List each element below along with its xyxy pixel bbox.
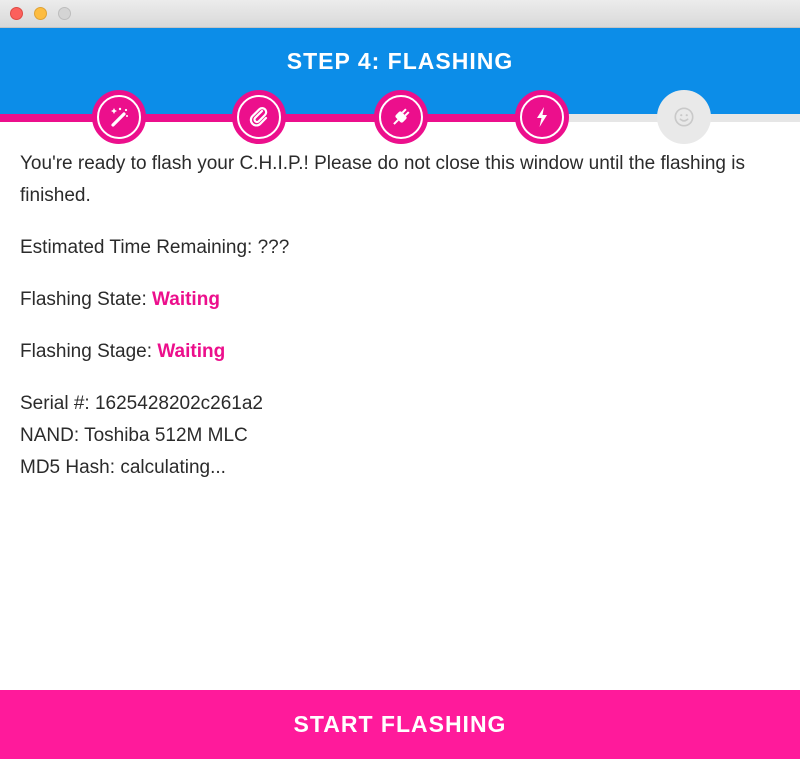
serial-value: 1625428202c261a2: [94, 393, 263, 414]
window-titlebar: [0, 0, 800, 28]
intro-text: You're ready to flash your C.H.I.P.! Ple…: [20, 153, 745, 206]
time-remaining-label: Estimated Time Remaining:: [20, 237, 258, 258]
step-5-indicator: [657, 90, 711, 144]
flashing-stage-value: Waiting: [157, 341, 226, 362]
md5-line: MD5 Hash: calculating...: [20, 452, 780, 484]
step-2-indicator: [232, 90, 286, 144]
time-remaining-value: ???: [257, 237, 290, 258]
smiley-face-icon: [674, 107, 694, 127]
time-remaining-line: Estimated Time Remaining: ???: [20, 232, 780, 264]
md5-label: MD5 Hash:: [20, 457, 121, 478]
page-title: STEP 4: FLASHING: [286, 48, 514, 74]
serial-label: Serial #:: [20, 393, 95, 414]
flashing-stage-label: Flashing Stage:: [20, 341, 158, 362]
nand-line: NAND: Toshiba 512M MLC: [20, 420, 780, 452]
flashing-state-line: Flashing State: Waiting: [20, 284, 780, 316]
window-close-button[interactable]: [10, 7, 23, 20]
flashing-state-value: Waiting: [152, 289, 220, 310]
window-minimize-button[interactable]: [34, 7, 47, 20]
plug-icon: [393, 108, 410, 125]
start-flashing-button[interactable]: START FLASHING: [0, 690, 800, 759]
flashing-stage-line: Flashing Stage: Waiting: [20, 336, 780, 368]
window-maximize-button[interactable]: [58, 7, 71, 20]
nand-value: Toshiba 512M MLC: [84, 425, 248, 446]
magic-wand-icon: [111, 107, 128, 127]
nand-label: NAND:: [20, 425, 85, 446]
step-4-indicator: [515, 90, 569, 144]
paperclip-icon: [249, 107, 268, 127]
serial-line: Serial #: 1625428202c261a2: [20, 388, 780, 420]
md5-value: calculating...: [120, 457, 226, 478]
step-1-indicator: [92, 90, 146, 144]
flash-status-panel: You're ready to flash your C.H.I.P.! Ple…: [20, 148, 780, 484]
step-3-indicator: [374, 90, 428, 144]
flashing-state-label: Flashing State:: [20, 289, 153, 310]
lightning-bolt-icon: [537, 107, 547, 127]
